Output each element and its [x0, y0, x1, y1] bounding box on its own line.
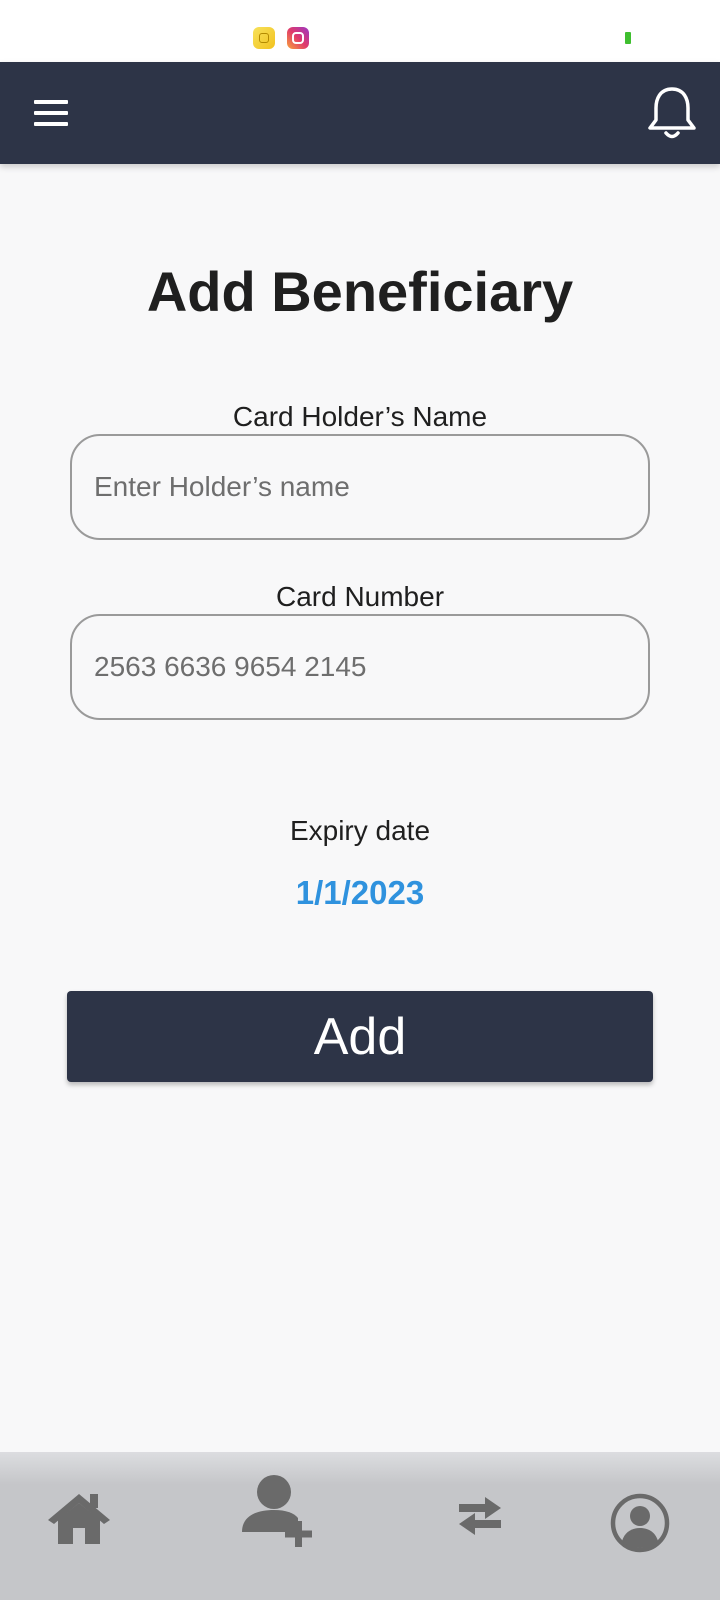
profile-icon[interactable] — [609, 1492, 671, 1554]
hamburger-menu-icon[interactable] — [34, 100, 68, 126]
add-user-icon[interactable] — [240, 1472, 320, 1552]
add-button[interactable]: Add — [67, 991, 653, 1082]
expiry-date-picker[interactable]: 1/1/2023 — [0, 873, 720, 913]
page-title: Add Beneficiary — [146, 260, 574, 323]
bell-icon[interactable] — [646, 84, 698, 142]
transfer-arrows-icon[interactable] — [455, 1496, 505, 1536]
home-icon[interactable] — [46, 1490, 112, 1546]
bottom-navigation — [0, 1452, 720, 1600]
expiry-date-label: Expiry date — [289, 815, 431, 846]
battery-icon — [625, 32, 631, 44]
card-number-input[interactable] — [70, 614, 650, 720]
holder-name-input[interactable] — [70, 434, 650, 540]
app-bar — [0, 62, 720, 164]
status-bar — [0, 0, 720, 62]
app-notification-icon — [253, 27, 275, 49]
card-number-label: Card Number — [275, 581, 445, 612]
holder-name-label: Card Holder’s Name — [232, 401, 488, 432]
instagram-icon — [287, 27, 309, 49]
